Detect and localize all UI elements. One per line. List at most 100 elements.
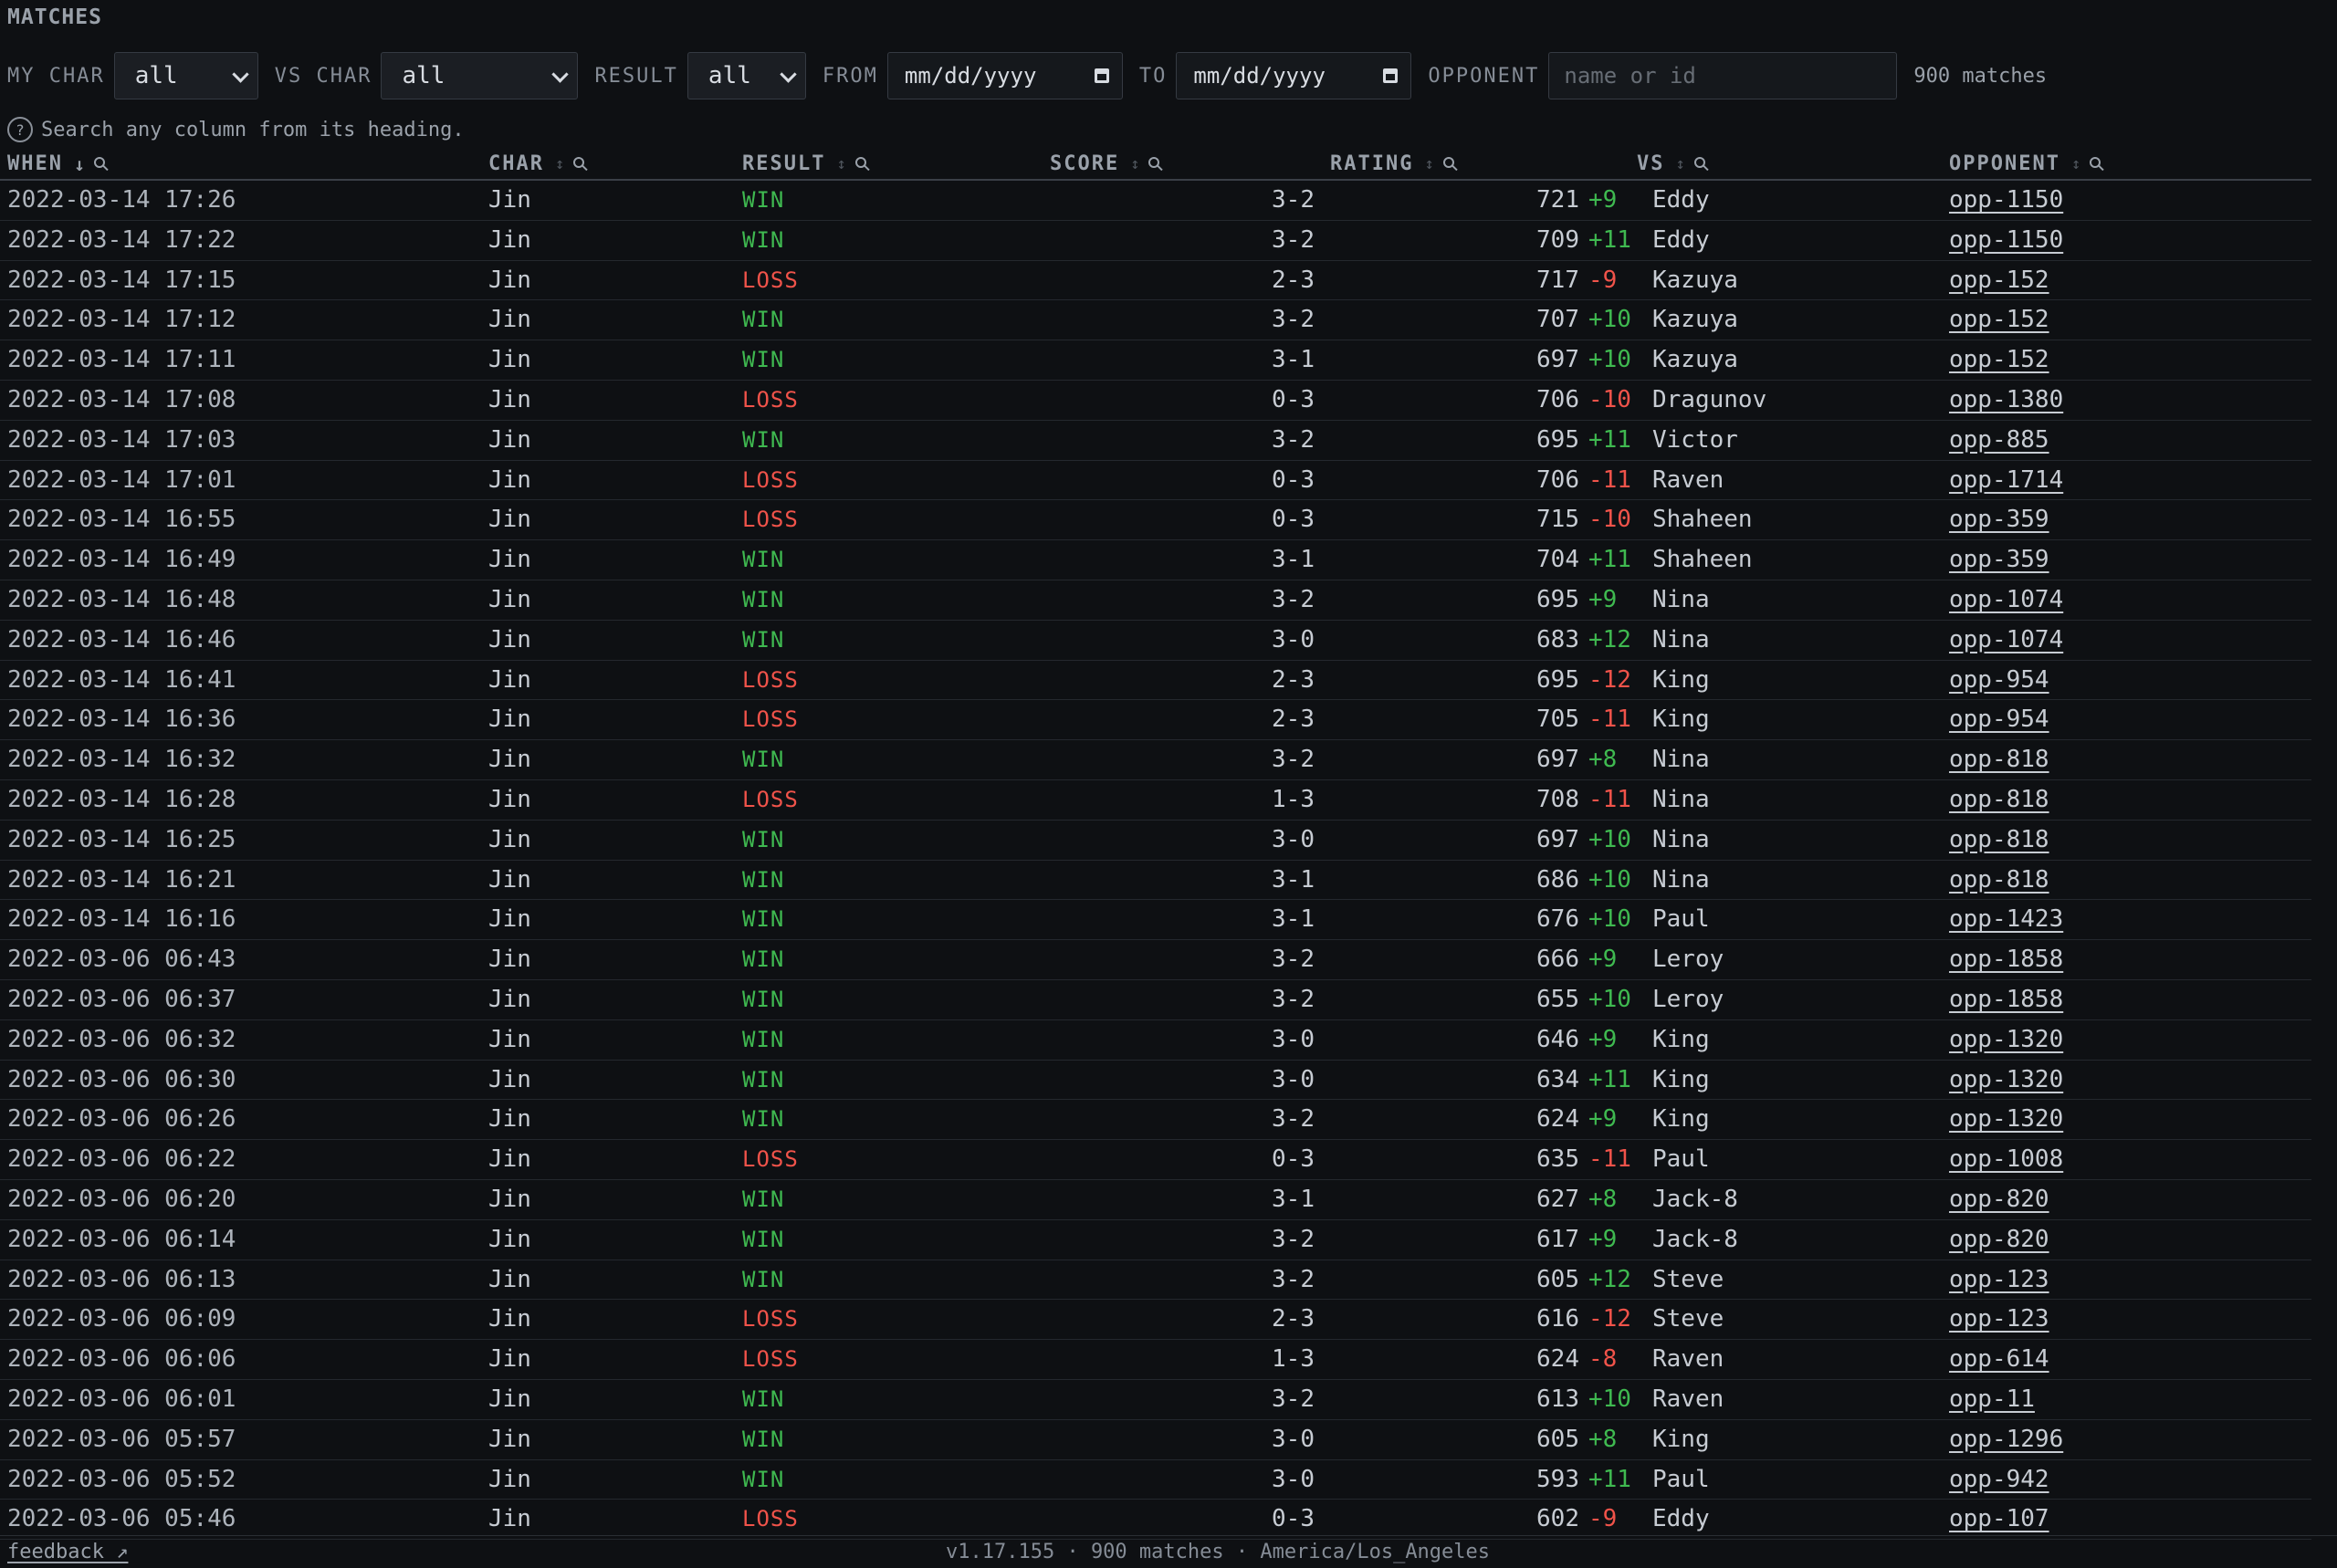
char-cell: Jin: [488, 585, 531, 613]
score-cell: 3-2: [1272, 186, 1315, 214]
from-date-input[interactable]: mm/dd/yyyy: [886, 52, 1123, 99]
rating-cell: 602: [1536, 1505, 1579, 1533]
sort-icon[interactable]: ↕: [2071, 155, 2080, 173]
char-cell: Jin: [488, 1025, 531, 1053]
footer-info: v1.17.155 · 900 matches · America/Los_An…: [946, 1541, 1491, 1563]
column-header-rating-label: RATING: [1330, 152, 1414, 175]
vs-cell: Leroy: [1652, 985, 1724, 1013]
search-icon[interactable]: [2090, 156, 2101, 168]
score-cell: 3-0: [1272, 625, 1315, 653]
score-cell: 0-3: [1272, 465, 1315, 494]
column-header-result[interactable]: RESULT ↕: [742, 152, 866, 175]
result-select[interactable]: all: [686, 52, 806, 99]
result-cell: LOSS: [742, 386, 799, 413]
opponent-link[interactable]: opp-820: [1949, 1180, 2049, 1218]
opponent-link[interactable]: opp-818: [1949, 861, 2049, 899]
opponent-link[interactable]: opp-1714: [1949, 461, 2063, 499]
column-header-opponent[interactable]: OPPONENT ↕: [1949, 152, 2101, 175]
opponent-link[interactable]: opp-818: [1949, 780, 2049, 819]
to-date-input[interactable]: mm/dd/yyyy: [1176, 52, 1412, 99]
score-cell: 3-2: [1272, 1385, 1315, 1413]
result-cell: WIN: [742, 347, 785, 373]
search-hint-text: Search any column from its heading.: [41, 118, 465, 141]
opponent-link[interactable]: opp-11: [1949, 1380, 2035, 1418]
score-cell: 3-2: [1272, 1265, 1315, 1293]
help-icon: ?: [7, 117, 33, 142]
page-title: MATCHES: [7, 5, 102, 29]
opponent-link[interactable]: opp-123: [1949, 1300, 2049, 1338]
opponent-link[interactable]: opp-1008: [1949, 1140, 2063, 1178]
column-header-rating[interactable]: RATING ↕: [1330, 152, 1454, 175]
search-icon[interactable]: [94, 156, 106, 168]
vs-cell: Victor: [1652, 425, 1738, 454]
search-icon[interactable]: [1693, 156, 1705, 168]
opponent-link[interactable]: opp-1074: [1949, 580, 2063, 619]
my-char-select[interactable]: all: [113, 52, 258, 99]
search-icon[interactable]: [573, 156, 585, 168]
opponent-link[interactable]: opp-123: [1949, 1260, 2049, 1299]
opponent-link[interactable]: opp-818: [1949, 821, 2049, 859]
opponent-link[interactable]: opp-359: [1949, 500, 2049, 538]
search-icon[interactable]: [1442, 156, 1454, 168]
opponent-link[interactable]: opp-107: [1949, 1500, 2049, 1538]
column-header-char[interactable]: CHAR ↕: [488, 152, 585, 175]
rating-delta: +10: [1588, 346, 1631, 374]
opponent-search-input[interactable]: [1548, 52, 1898, 99]
rating-cell: 704: [1536, 546, 1579, 574]
opponent-link[interactable]: opp-1320: [1949, 1061, 2063, 1099]
opponent-link[interactable]: opp-820: [1949, 1220, 2049, 1259]
sort-icon[interactable]: ↕: [555, 155, 564, 173]
when-cell: 2022-03-14 16:32: [7, 746, 236, 774]
vs-char-select[interactable]: all: [381, 52, 579, 99]
opponent-link[interactable]: opp-152: [1949, 300, 2049, 339]
calendar-icon[interactable]: [1383, 68, 1399, 83]
rating-delta: +11: [1588, 425, 1631, 454]
sort-icon[interactable]: ↕: [1676, 155, 1685, 173]
opponent-link[interactable]: opp-954: [1949, 700, 2049, 738]
feedback-link[interactable]: feedback ↗: [7, 1541, 128, 1563]
result-cell: WIN: [742, 547, 785, 573]
column-header-when[interactable]: WHEN ↓: [7, 152, 106, 175]
column-header-score[interactable]: SCORE ↕: [1050, 152, 1160, 175]
char-cell: Jin: [488, 1385, 531, 1413]
opponent-link[interactable]: opp-614: [1949, 1340, 2049, 1378]
opponent-link[interactable]: opp-942: [1949, 1460, 2049, 1499]
opponent-link[interactable]: opp-1423: [1949, 900, 2063, 938]
opponent-link[interactable]: opp-1320: [1949, 1020, 2063, 1059]
score-cell: 3-0: [1272, 825, 1315, 853]
score-cell: 3-2: [1272, 585, 1315, 613]
opponent-link[interactable]: opp-1858: [1949, 980, 2063, 1019]
opponent-link[interactable]: opp-1296: [1949, 1420, 2063, 1458]
calendar-icon[interactable]: [1094, 68, 1109, 83]
search-icon[interactable]: [854, 156, 866, 168]
opponent-link[interactable]: opp-818: [1949, 740, 2049, 779]
opponent-link[interactable]: opp-954: [1949, 661, 2049, 699]
sort-desc-icon[interactable]: ↓: [74, 153, 85, 175]
rating-delta: -8: [1588, 1345, 1618, 1374]
rating-cell: 708: [1536, 785, 1579, 813]
column-header-vs[interactable]: VS ↕: [1637, 152, 1705, 175]
opponent-link[interactable]: opp-1858: [1949, 940, 2063, 978]
opponent-link[interactable]: opp-359: [1949, 540, 2049, 579]
vs-cell: Raven: [1652, 1385, 1724, 1413]
vs-cell: Nina: [1652, 625, 1710, 653]
opponent-link[interactable]: opp-1150: [1949, 181, 2063, 219]
opponent-link[interactable]: opp-1380: [1949, 381, 2063, 419]
opponent-link[interactable]: opp-1074: [1949, 621, 2063, 659]
opponent-link[interactable]: opp-152: [1949, 340, 2049, 379]
sort-icon[interactable]: ↕: [836, 155, 845, 173]
opponent-link[interactable]: opp-1150: [1949, 221, 2063, 259]
sort-icon[interactable]: ↕: [1424, 155, 1433, 173]
char-cell: Jin: [488, 1065, 531, 1093]
rating-delta: +11: [1588, 1465, 1631, 1493]
char-cell: Jin: [488, 1265, 531, 1293]
search-icon[interactable]: [1148, 156, 1160, 168]
sort-icon[interactable]: ↕: [1130, 155, 1139, 173]
opponent-link[interactable]: opp-885: [1949, 421, 2049, 459]
char-cell: Jin: [488, 905, 531, 934]
when-cell: 2022-03-14 17:26: [7, 186, 236, 214]
opponent-link[interactable]: opp-1320: [1949, 1100, 2063, 1138]
opponent-link[interactable]: opp-152: [1949, 261, 2049, 299]
result-cell: LOSS: [742, 1506, 799, 1532]
table-row: 2022-03-14 17:01 Jin LOSS 0-3 706 -11 Raven opp…: [0, 461, 2311, 501]
